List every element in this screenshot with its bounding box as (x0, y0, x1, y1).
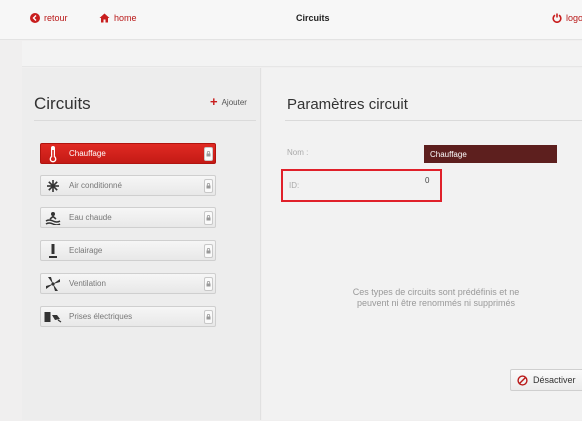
add-label: Ajouter (221, 97, 247, 107)
sub-header-band (22, 41, 582, 67)
circuit-item-eclairage[interactable]: Eclairage (40, 240, 216, 261)
logout-label: logo (566, 13, 582, 23)
circuit-item-ventilation[interactable]: Ventilation (40, 273, 216, 294)
circuit-item-eau-chaude[interactable]: Eau chaude (40, 207, 216, 228)
water-icon (41, 208, 65, 227)
circuit-item-chauffage[interactable]: Chauffage (40, 143, 216, 164)
info-line-2: peuvent ni être renommés ni supprimés (356, 298, 516, 308)
name-label: Nom : (287, 148, 309, 157)
deactivate-button[interactable]: Désactiver (510, 369, 582, 391)
page-title: Circuits (296, 13, 330, 23)
id-value: 0 (425, 176, 430, 185)
prohibited-icon (517, 374, 528, 386)
circuit-label: Air conditionné (69, 181, 122, 190)
circuit-item-prises-electriques[interactable]: Prises électriques (40, 306, 216, 327)
lock-icon (204, 179, 213, 193)
circuit-label: Prises électriques (69, 312, 133, 321)
back-label: retour (44, 13, 68, 23)
back-arrow-icon (30, 13, 40, 23)
plug-icon (41, 307, 65, 326)
divider (285, 120, 582, 121)
predefined-info-text: Ces types de circuits sont prédéfinis et… (308, 287, 564, 309)
top-bar: retour home Circuits logo (0, 0, 582, 40)
circuit-label: Eclairage (69, 246, 103, 255)
circuit-label: Eau chaude (69, 213, 112, 222)
deactivate-label: Désactiver (533, 375, 576, 385)
home-label: home (114, 13, 137, 23)
lock-icon (204, 244, 213, 258)
id-label: ID: (289, 181, 300, 190)
home-button[interactable]: home (99, 13, 137, 23)
snowflake-icon (41, 176, 65, 195)
plus-icon: + (210, 94, 218, 109)
back-button[interactable]: retour (30, 13, 68, 23)
lamp-icon (41, 241, 65, 260)
circuit-item-air-conditionne[interactable]: Air conditionné (40, 175, 216, 196)
lock-icon (204, 277, 213, 291)
circuit-label: Ventilation (69, 279, 106, 288)
circuits-title: Circuits (34, 94, 91, 113)
power-icon (552, 13, 562, 23)
home-icon (99, 13, 110, 23)
info-line-1: Ces types de circuits sont prédéfinis et… (352, 287, 520, 297)
logout-button[interactable]: logo (552, 13, 582, 23)
circuit-label: Chauffage (69, 149, 106, 158)
fan-icon (41, 274, 65, 293)
thermometer-icon (41, 144, 65, 163)
divider (34, 120, 256, 121)
lock-icon (204, 147, 213, 161)
lock-icon (204, 310, 213, 324)
id-highlight-box (281, 169, 442, 202)
add-circuit-button[interactable]: + Ajouter (210, 94, 247, 109)
name-field[interactable]: Chauffage (424, 145, 557, 163)
lock-icon (204, 211, 213, 225)
settings-title: Paramètres circuit (287, 96, 408, 113)
